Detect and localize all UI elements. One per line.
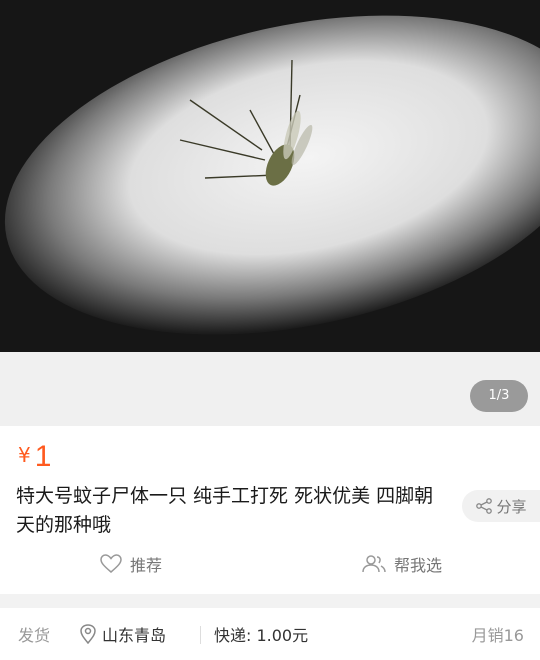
price: ¥1	[18, 440, 51, 474]
shipping-info-bar: 发货 山东青岛 快递: 1.00元 月销16	[0, 608, 540, 660]
express-fee: 快递: 1.00元	[214, 626, 309, 645]
people-icon	[362, 555, 386, 573]
help-me-choose-button[interactable]: 帮我选	[362, 552, 442, 576]
price-value: 1	[34, 440, 52, 473]
share-button[interactable]: 分享	[462, 490, 540, 522]
product-title: 特大号蚊子尸体一只 纯手工打死 死状优美 四脚朝天的那种哦	[16, 485, 434, 536]
monthly-sales: 月销16	[471, 626, 524, 645]
ship-label: 发货	[18, 622, 50, 646]
divider	[200, 626, 201, 644]
share-label: 分享	[496, 497, 527, 516]
location-text: 山东青岛	[102, 626, 167, 645]
shipping-location: 山东青岛	[80, 622, 166, 646]
mosquito-photo-image	[0, 0, 540, 352]
share-icon	[476, 498, 493, 514]
image-pager: 1/3	[470, 380, 528, 412]
currency-symbol: ¥	[18, 443, 31, 467]
recommend-label: 推荐	[130, 556, 163, 575]
ship-label-text: 发货	[18, 626, 51, 645]
recommend-button[interactable]: 推荐	[100, 552, 162, 576]
help-me-choose-label: 帮我选	[394, 556, 443, 575]
action-bar: 推荐 帮我选	[0, 552, 540, 582]
gallery-strip: 1/3	[0, 352, 540, 426]
product-photo[interactable]	[0, 0, 540, 352]
heart-icon	[100, 554, 122, 573]
product-card: ¥1 特大号蚊子尸体一只 纯手工打死 死状优美 四脚朝天的那种哦 分享 推荐 帮…	[0, 426, 540, 594]
location-pin-icon	[80, 624, 96, 644]
